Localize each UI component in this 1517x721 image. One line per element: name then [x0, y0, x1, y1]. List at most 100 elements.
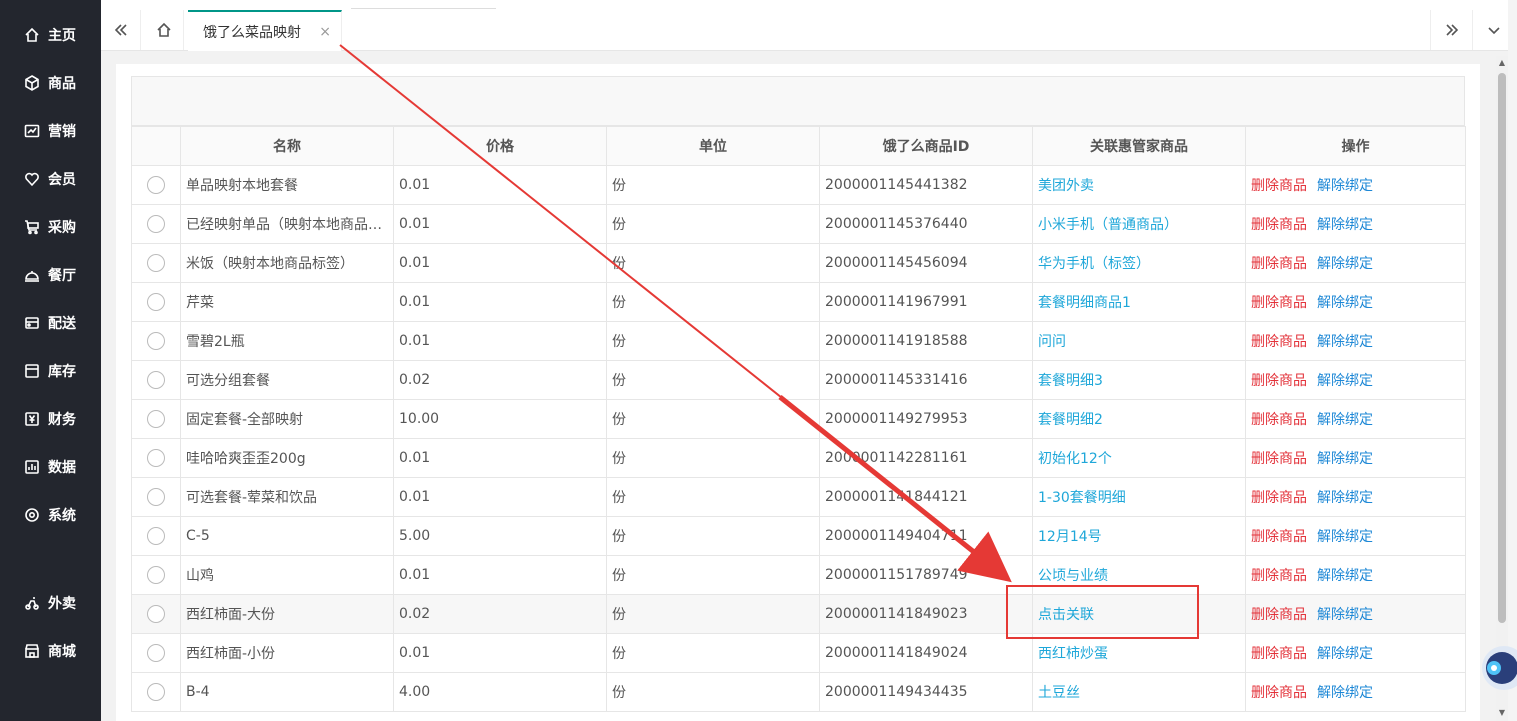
- scrollbar-thumb[interactable]: [1498, 73, 1506, 623]
- unbind-link[interactable]: 解除绑定: [1317, 217, 1373, 233]
- table-toolbar: [131, 76, 1465, 126]
- delete-product-link[interactable]: 删除商品: [1251, 412, 1307, 428]
- row-radio-button[interactable]: [147, 449, 165, 467]
- table-row: 西红柿面-大份 0.02 份 2000001141849023 点击关联 删除商品 解除绑定: [131, 594, 1466, 634]
- sidebar-item-1[interactable]: 商品: [0, 63, 101, 103]
- delete-product-link[interactable]: 删除商品: [1251, 295, 1307, 311]
- sidebar-item-0[interactable]: 主页: [0, 15, 101, 55]
- delete-product-link[interactable]: 删除商品: [1251, 490, 1307, 506]
- scroll-tabs-left-button[interactable]: [101, 10, 141, 50]
- sidebar-item-2[interactable]: 营销: [0, 111, 101, 151]
- cell-eleme-id: 2000001141844121: [819, 477, 1033, 517]
- unbind-link[interactable]: 解除绑定: [1317, 256, 1373, 272]
- row-radio-button[interactable]: [147, 371, 165, 389]
- row-radio-button[interactable]: [147, 527, 165, 545]
- row-radio-button[interactable]: [147, 410, 165, 428]
- row-radio-button[interactable]: [147, 254, 165, 272]
- row-select-cell: [131, 204, 181, 244]
- cell-actions: 删除商品 解除绑定: [1245, 594, 1466, 634]
- sidebar-item-9[interactable]: 数据: [0, 447, 101, 487]
- delete-product-link[interactable]: 删除商品: [1251, 373, 1307, 389]
- row-radio-button[interactable]: [147, 683, 165, 701]
- delete-product-link[interactable]: 删除商品: [1251, 451, 1307, 467]
- linked-product-link[interactable]: 华为手机（标签）: [1038, 256, 1150, 272]
- unbind-link[interactable]: 解除绑定: [1317, 412, 1373, 428]
- row-radio-button[interactable]: [147, 566, 165, 584]
- linked-product-link[interactable]: 小米手机（普通商品）: [1038, 217, 1178, 233]
- tab-eleme-mapping[interactable]: 饿了么菜品映射 ×: [188, 10, 342, 51]
- delete-product-link[interactable]: 删除商品: [1251, 217, 1307, 233]
- scroll-up-arrow-icon[interactable]: ▲: [1497, 58, 1507, 68]
- linked-product-link[interactable]: 美团外卖: [1038, 178, 1094, 194]
- linked-product-link[interactable]: 公顷与业绩: [1038, 568, 1108, 584]
- unbind-link[interactable]: 解除绑定: [1317, 646, 1373, 662]
- unbind-link[interactable]: 解除绑定: [1317, 373, 1373, 389]
- linked-product-link[interactable]: 西红柿炒蛋: [1038, 646, 1108, 662]
- home-tab-button[interactable]: [144, 10, 184, 50]
- delete-product-link[interactable]: 删除商品: [1251, 334, 1307, 350]
- row-radio-button[interactable]: [147, 293, 165, 311]
- delete-product-link[interactable]: 删除商品: [1251, 256, 1307, 272]
- unbind-link[interactable]: 解除绑定: [1317, 178, 1373, 194]
- cell-eleme-id: 2000001145376440: [819, 204, 1033, 244]
- linked-product-link[interactable]: 初始化12个: [1038, 451, 1112, 467]
- sidebar-item-7[interactable]: 库存: [0, 351, 101, 391]
- row-radio-button[interactable]: [147, 332, 165, 350]
- chart-icon: [24, 123, 40, 139]
- row-select-cell: [131, 321, 181, 361]
- scroll-down-arrow-icon[interactable]: ▼: [1497, 708, 1507, 718]
- sidebar-item-4[interactable]: 采购: [0, 207, 101, 247]
- unbind-link[interactable]: 解除绑定: [1317, 529, 1373, 545]
- row-radio-button[interactable]: [147, 605, 165, 623]
- cell-actions: 删除商品 解除绑定: [1245, 633, 1466, 673]
- cell-linked-product: 华为手机（标签）: [1032, 243, 1246, 283]
- linked-product-link[interactable]: 套餐明细2: [1038, 412, 1103, 428]
- delete-product-link[interactable]: 删除商品: [1251, 178, 1307, 194]
- sidebar-item-10[interactable]: 系统: [0, 495, 101, 535]
- cloche-icon: [24, 267, 40, 283]
- linked-product-link[interactable]: 套餐明细商品1: [1038, 295, 1131, 311]
- scooter-icon: [24, 595, 40, 611]
- linked-product-link[interactable]: 套餐明细3: [1038, 373, 1103, 389]
- linked-product-link[interactable]: 问问: [1038, 334, 1066, 350]
- linked-product-link[interactable]: 12月14号: [1038, 529, 1102, 545]
- delete-product-link[interactable]: 删除商品: [1251, 568, 1307, 584]
- cell-name: 单品映射本地套餐: [180, 165, 394, 205]
- delete-product-link[interactable]: 删除商品: [1251, 685, 1307, 701]
- row-radio-button[interactable]: [147, 215, 165, 233]
- row-select-cell: [131, 438, 181, 478]
- row-radio-button[interactable]: [147, 644, 165, 662]
- sidebar-item-11[interactable]: 外卖: [0, 583, 101, 623]
- sidebar-item-5[interactable]: 餐厅: [0, 255, 101, 295]
- cell-linked-product: 套餐明细3: [1032, 360, 1246, 400]
- unbind-link[interactable]: 解除绑定: [1317, 568, 1373, 584]
- column-header-eleme-id: 饿了么商品ID: [819, 126, 1033, 166]
- delete-product-link[interactable]: 删除商品: [1251, 607, 1307, 623]
- delete-product-link[interactable]: 删除商品: [1251, 529, 1307, 545]
- floating-assistant-button[interactable]: [1478, 630, 1517, 690]
- linked-product-link[interactable]: 点击关联: [1038, 607, 1094, 623]
- cell-unit: 份: [606, 477, 820, 517]
- unbind-link[interactable]: 解除绑定: [1317, 295, 1373, 311]
- tab-close-icon[interactable]: ×: [319, 24, 331, 40]
- unbind-link[interactable]: 解除绑定: [1317, 490, 1373, 506]
- sidebar-item-8[interactable]: 财务: [0, 399, 101, 439]
- cell-name: C-5: [180, 516, 394, 556]
- cell-linked-product: 1-30套餐明细: [1032, 477, 1246, 517]
- sidebar-item-12[interactable]: 商城: [0, 631, 101, 671]
- linked-product-link[interactable]: 1-30套餐明细: [1038, 490, 1126, 506]
- unbind-link[interactable]: 解除绑定: [1317, 685, 1373, 701]
- cell-actions: 删除商品 解除绑定: [1245, 165, 1466, 205]
- sidebar-item-3[interactable]: 会员: [0, 159, 101, 199]
- table-row: 西红柿面-小份 0.01 份 2000001141849024 西红柿炒蛋 删除商品 解除绑…: [131, 633, 1466, 673]
- unbind-link[interactable]: 解除绑定: [1317, 334, 1373, 350]
- sidebar-item-6[interactable]: 配送: [0, 303, 101, 343]
- row-radio-button[interactable]: [147, 176, 165, 194]
- delete-product-link[interactable]: 删除商品: [1251, 646, 1307, 662]
- unbind-link[interactable]: 解除绑定: [1317, 607, 1373, 623]
- row-radio-button[interactable]: [147, 488, 165, 506]
- linked-product-link[interactable]: 土豆丝: [1038, 685, 1080, 701]
- cell-price: 0.01: [393, 204, 607, 244]
- unbind-link[interactable]: 解除绑定: [1317, 451, 1373, 467]
- scroll-tabs-right-button[interactable]: [1430, 10, 1472, 50]
